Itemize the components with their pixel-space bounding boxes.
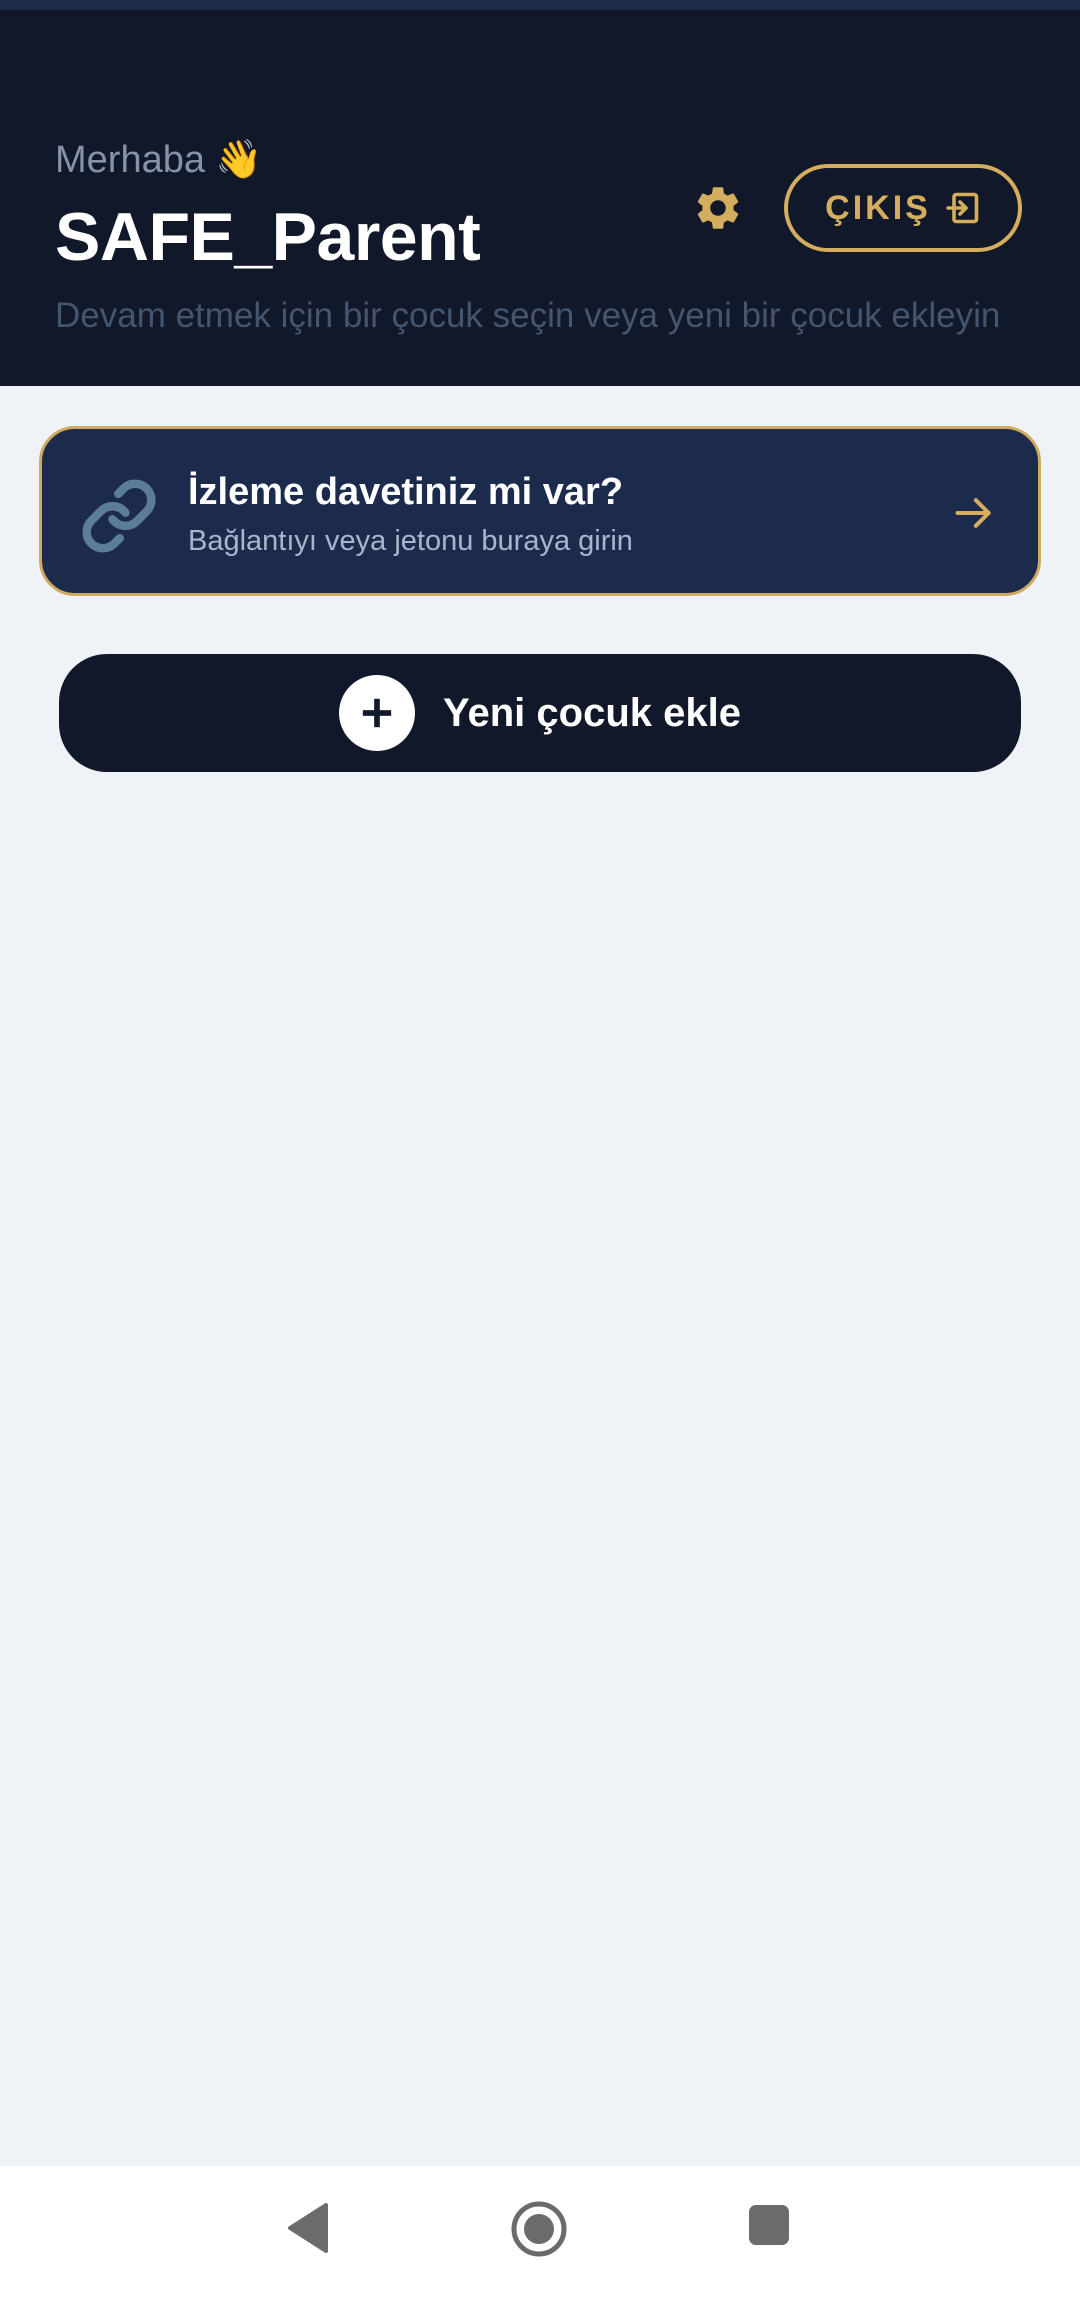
logout-button[interactable]: ÇIKIŞ (784, 164, 1022, 252)
invite-subtitle: Bağlantıyı veya jetonu buraya girin (188, 525, 633, 557)
invite-card[interactable]: İzleme davetiniz mi var? Bağlantıyı veya… (39, 426, 1041, 596)
arrow-right-icon (955, 498, 991, 528)
header: Merhaba 👋 SAFE_Parent Devam etmek için b… (0, 10, 1080, 386)
recent-square-icon[interactable] (748, 2204, 790, 2246)
sign-out-icon (946, 192, 979, 224)
greeting-text: Merhaba (55, 138, 205, 181)
invite-title: İzleme davetiniz mi var? (188, 471, 624, 513)
plus-icon (339, 675, 416, 751)
status-strip (0, 0, 1080, 10)
logout-label: ÇIKIŞ (825, 188, 931, 227)
link-icon (82, 479, 156, 553)
settings-button[interactable] (690, 180, 746, 236)
system-navigation-bar (0, 2166, 1080, 2299)
add-child-button[interactable]: Yeni çocuk ekle (59, 654, 1021, 772)
username: SAFE_Parent (55, 199, 481, 275)
back-triangle-icon[interactable] (286, 2202, 330, 2254)
gear-icon (697, 187, 739, 229)
plus-glyph-icon (362, 698, 392, 728)
waving-hand-icon: 👋 (214, 139, 263, 181)
greeting: Merhaba 👋 (55, 138, 262, 182)
header-subtitle: Devam etmek için bir çocuk seçin veya ye… (55, 296, 1001, 335)
home-circle-icon[interactable] (510, 2200, 568, 2258)
add-child-label: Yeni çocuk ekle (443, 690, 741, 735)
